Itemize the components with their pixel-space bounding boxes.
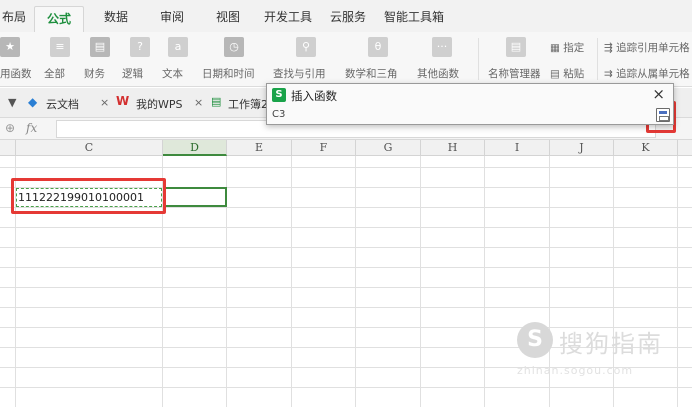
wps-s-logo-icon: S xyxy=(272,88,286,102)
sogou-logo-icon: S xyxy=(517,322,553,358)
ribbon-specify-button[interactable]: ▦ 指定 xyxy=(550,40,584,55)
menu-tab-formula[interactable]: 公式 xyxy=(34,6,85,32)
dialog-title: 插入函数 xyxy=(291,89,337,103)
column-header-k[interactable]: K xyxy=(614,140,678,156)
ribbon-date-time[interactable]: 日期和时间 xyxy=(202,66,255,81)
ribbon-all-functions[interactable]: 全部 xyxy=(44,66,65,81)
grid-line xyxy=(355,156,356,407)
menu-tab-review[interactable]: 审阅 xyxy=(160,8,184,25)
column-header-d[interactable]: D xyxy=(163,140,227,156)
zoom-icon[interactable]: ⊕ xyxy=(5,121,15,135)
text-a-icon: a xyxy=(168,37,188,57)
column-header-c[interactable]: C xyxy=(16,140,163,156)
watermark-text: 搜狗指南 xyxy=(559,330,663,358)
trace-precedents-icon: ⇶ xyxy=(604,42,617,54)
menu-tab-smart-toolbox[interactable]: 智能工具箱 xyxy=(384,8,444,25)
close-icon[interactable]: × xyxy=(652,85,665,103)
menu-bar: 布局 公式 数据 审阅 视图 开发工具 云服务 智能工具箱 xyxy=(0,0,692,32)
doc-tab-workbook[interactable]: 工作簿2 xyxy=(228,96,268,112)
column-header-j[interactable]: J xyxy=(550,140,614,156)
wps-logo-icon: W xyxy=(116,94,130,108)
finance-icon: ▤ xyxy=(90,37,110,57)
ribbon-lookup-reference[interactable]: 查找与引用 xyxy=(273,66,326,81)
ribbon-finance[interactable]: 财务 xyxy=(84,66,105,81)
column-header-l[interactable] xyxy=(678,140,692,156)
list-icon: ≡ xyxy=(50,37,70,57)
column-header-g[interactable]: G xyxy=(356,140,421,156)
name-manager-icon: ▤ xyxy=(506,37,526,57)
dialog-reference-input[interactable]: C3 xyxy=(269,107,647,123)
select-all-corner[interactable] xyxy=(0,140,16,156)
ribbon-text[interactable]: 文本 xyxy=(162,66,183,81)
magnifier-icon: ⚲ xyxy=(296,37,316,57)
watermark-url: zhinan.sogou.com xyxy=(517,364,634,377)
star-icon: ★ xyxy=(0,37,20,57)
ribbon-other-functions[interactable]: 其他函数 xyxy=(417,66,459,81)
grid-line xyxy=(420,156,421,407)
paste-icon: ▤ xyxy=(550,68,564,80)
column-header-h[interactable]: H xyxy=(421,140,485,156)
question-icon: ? xyxy=(130,37,150,57)
column-header-f[interactable]: F xyxy=(292,140,356,156)
grid-line xyxy=(0,287,692,288)
grid-line xyxy=(677,156,678,407)
grid-line xyxy=(0,247,692,248)
grid-line xyxy=(0,387,692,388)
theta-icon: θ xyxy=(368,37,388,57)
menu-tab-layout[interactable]: 布局 xyxy=(2,8,26,25)
grid-line xyxy=(0,267,692,268)
doc-tab-my-wps[interactable]: 我的WPS xyxy=(136,96,183,112)
more-icon: ··· xyxy=(432,37,452,57)
ribbon-used-functions[interactable]: 用函数 xyxy=(0,66,32,81)
ribbon-logic[interactable]: 逻辑 xyxy=(122,66,143,81)
trace-dependents-icon: ⇉ xyxy=(604,68,617,80)
ribbon-math-trig[interactable]: 数学和三角 xyxy=(345,66,398,81)
cell-d3-active[interactable] xyxy=(163,187,227,207)
ribbon-trace-precedents[interactable]: ⇶ 追踪引用单元格 xyxy=(604,40,690,55)
grid-line xyxy=(0,167,692,168)
ribbon-paste-button[interactable]: ▤ 粘贴 xyxy=(550,66,584,81)
grid-line xyxy=(0,307,692,308)
ribbon-name-manager[interactable]: 名称管理器 xyxy=(488,66,541,81)
fx-insert-function-icon[interactable]: fx xyxy=(26,121,37,135)
column-header-i[interactable]: I xyxy=(485,140,550,156)
clock-icon: ◷ xyxy=(224,37,244,57)
tab-list-dropdown-icon[interactable]: ▼ xyxy=(8,96,16,109)
insert-function-dialog: S 插入函数 × C3 xyxy=(266,83,674,125)
doc-tab-cloud-docs[interactable]: 云文档 xyxy=(46,96,79,112)
cloud-doc-icon: ◆ xyxy=(28,95,38,109)
menu-tab-data[interactable]: 数据 xyxy=(104,8,128,25)
column-header-e[interactable]: E xyxy=(227,140,292,156)
ribbon-separator xyxy=(478,38,479,80)
ribbon-separator xyxy=(597,38,598,80)
menu-tab-view[interactable]: 视图 xyxy=(216,8,240,25)
menu-tab-developer[interactable]: 开发工具 xyxy=(264,8,312,25)
ribbon-trace-dependents[interactable]: ⇉ 追踪从属单元格 xyxy=(604,66,690,81)
menu-tab-cloud-service[interactable]: 云服务 xyxy=(330,8,366,25)
close-icon[interactable]: × xyxy=(194,96,203,109)
highlight-box-c3 xyxy=(11,178,166,214)
grid-line xyxy=(0,227,692,228)
specify-icon: ▦ xyxy=(550,42,564,54)
close-icon[interactable]: × xyxy=(100,96,109,109)
spreadsheet-icon: ▤ xyxy=(211,95,222,108)
expand-dialog-icon[interactable] xyxy=(656,108,670,122)
grid-line xyxy=(484,156,485,407)
grid-line xyxy=(291,156,292,407)
ribbon: ★ 用函数 ≡ 全部 ▤ 财务 ? 逻辑 a 文本 ◷ 日期和时间 ⚲ 查找与引… xyxy=(0,32,692,87)
